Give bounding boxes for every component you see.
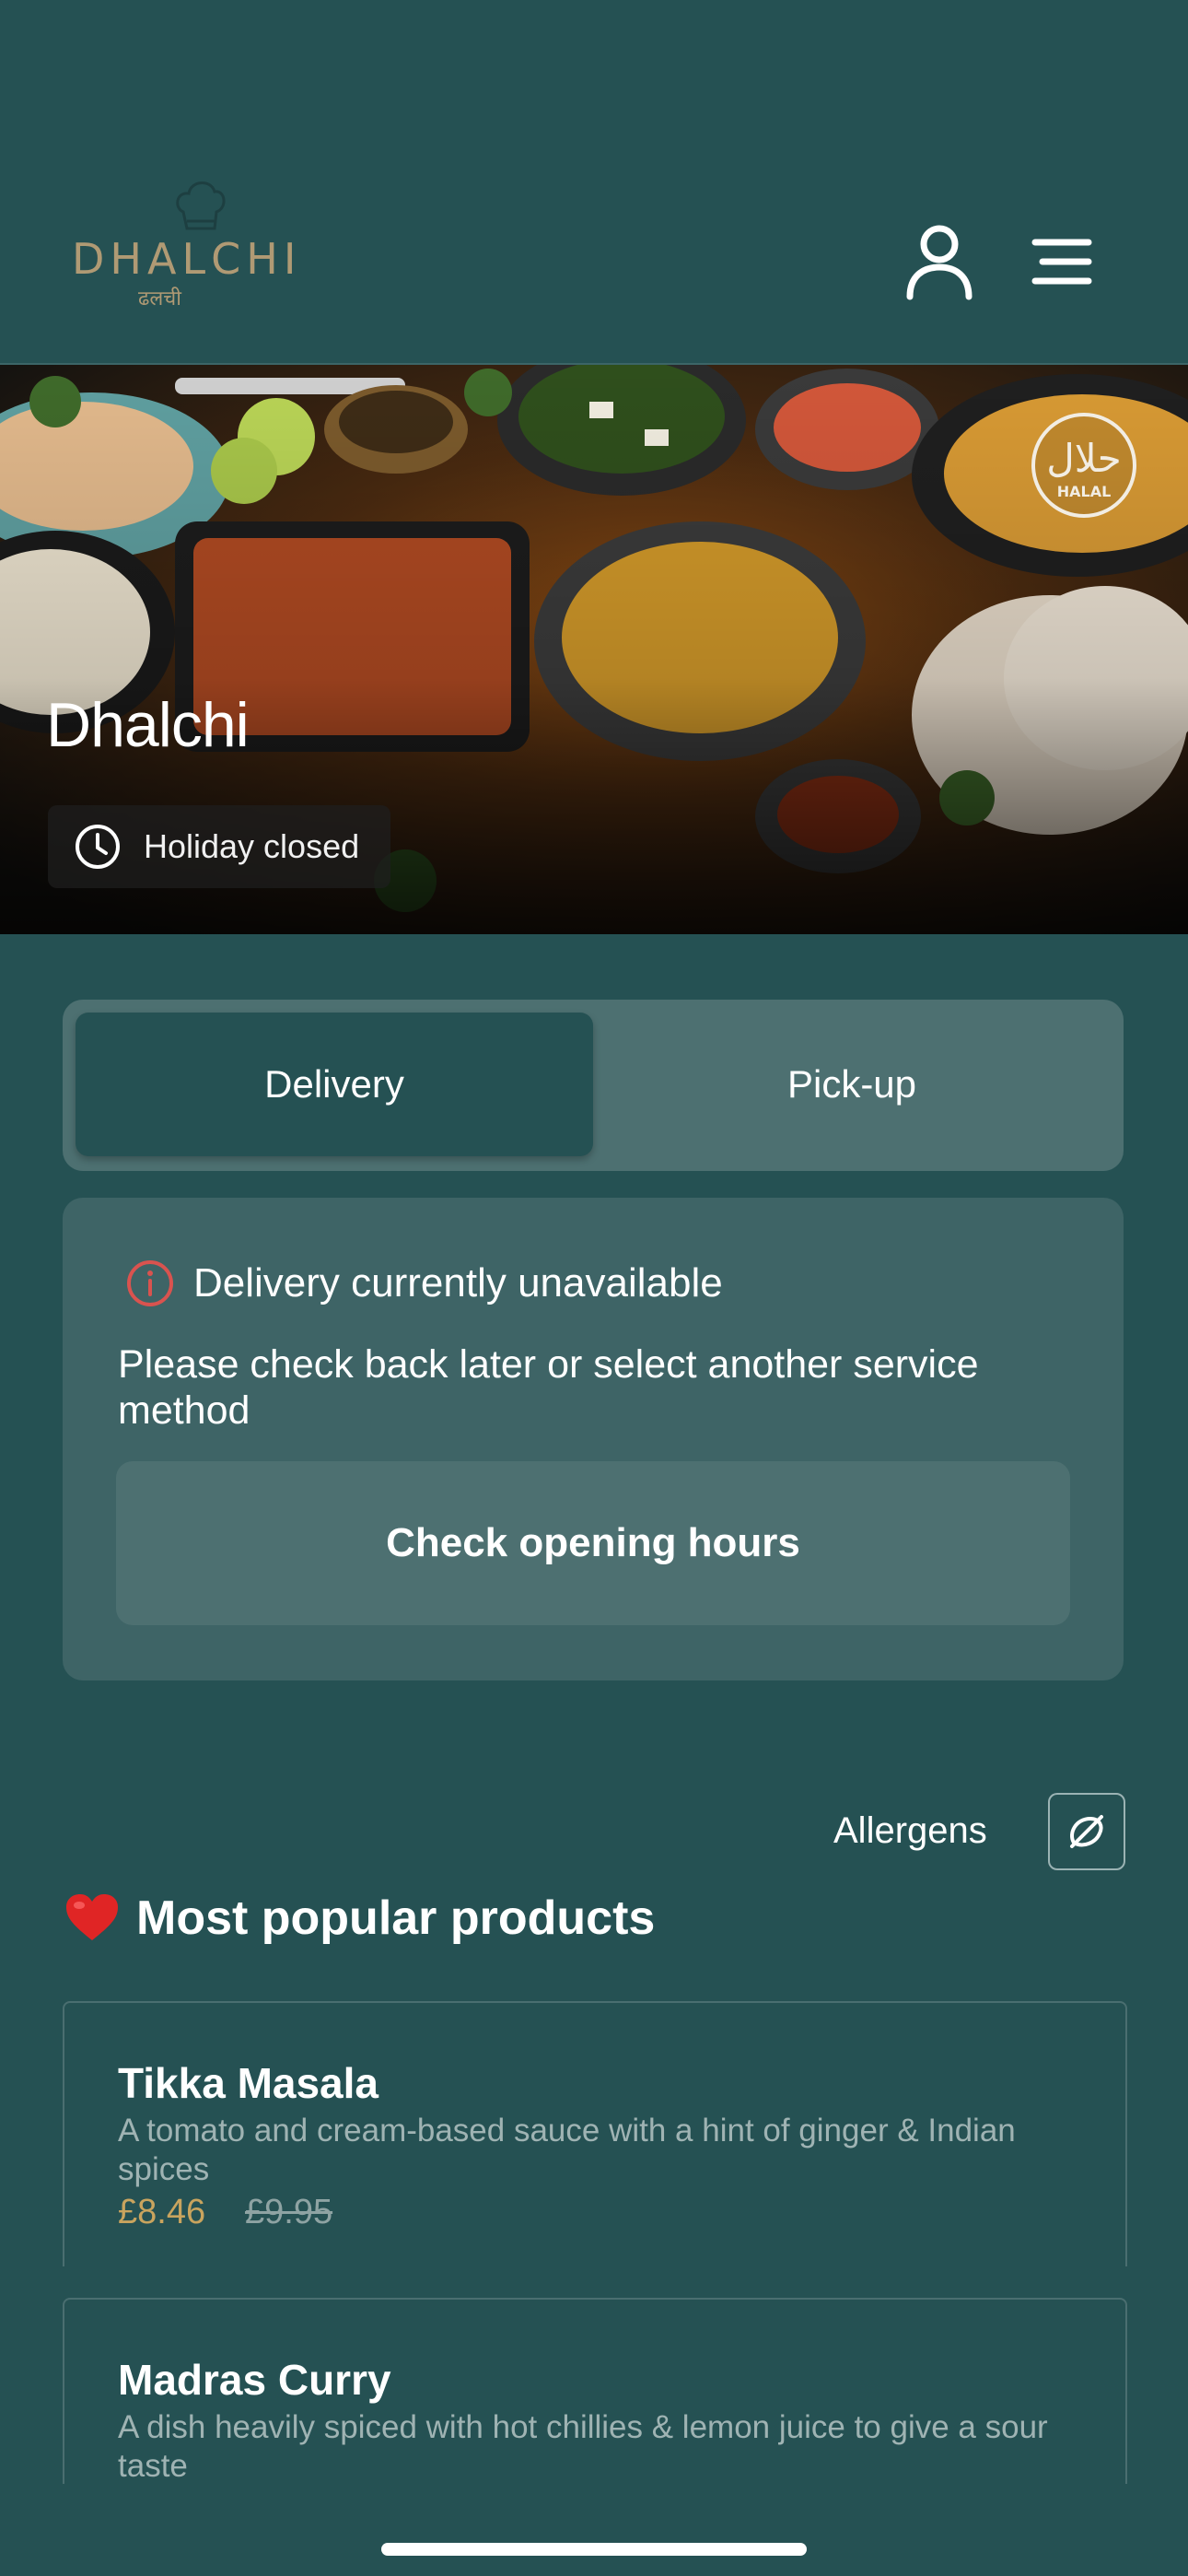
restaurant-name: Dhalchi [46,690,250,760]
halal-badge-icon: حلال HALAL [1031,413,1136,518]
chef-hat-icon [176,181,226,230]
delivery-unavailable-notice: Delivery currently unavailable Please ch… [63,1198,1124,1680]
logo-subtext: ढलची [138,287,181,310]
allergens-label[interactable]: Allergens [833,1810,987,1852]
check-opening-hours-button[interactable]: Check opening hours [116,1461,1070,1625]
heart-icon [66,1894,118,1940]
halal-arabic: حلال [1046,436,1122,481]
section-title: Most popular products [136,1891,656,1945]
dhalchi-logo[interactable]: DHALCHI ढलची [66,175,296,310]
status-text: Holiday closed [144,827,360,865]
product-name: Tikka Masala [118,2059,379,2107]
product-description: A tomato and cream-based sauce with a hi… [118,2113,1016,2187]
warning-circle-icon [127,1260,173,1306]
allergen-filter-icon [1070,1815,1103,1848]
popular-products-heading: Most popular products [64,1891,655,1946]
product-card-madras-curry[interactable]: Madras Curry A dish heavily spiced with … [63,2298,1127,2484]
profile-button[interactable] [903,221,976,300]
notice-message: Please check back later or select anothe… [118,1342,979,1433]
product-price: £8.46 [118,2193,206,2231]
notice-header: Delivery currently unavailable [125,1259,723,1308]
delivery-option[interactable]: Delivery [76,1013,593,1156]
product-card-tikka-masala[interactable]: Tikka Masala A tomato and cream-based sa… [63,2001,1127,2266]
logo-wordmark: DHALCHI [72,234,302,284]
allergens-button[interactable] [1048,1793,1125,1870]
service-method-toggle: Delivery Pick-up [63,1000,1124,1171]
menu-button[interactable] [1030,238,1094,286]
product-description: A dish heavily spiced with hot chillies … [118,2409,1048,2484]
app-header: DHALCHI ढलची [0,0,1188,365]
pickup-option[interactable]: Pick-up [593,1013,1111,1156]
hero-banner: حلال HALAL Dhalchi Holiday closed [0,365,1188,934]
product-name: Madras Curry [118,2356,391,2404]
notice-title: Delivery currently unavailable [193,1260,723,1306]
product-original-price: £9.95 [245,2193,333,2231]
user-icon [906,225,973,300]
halal-label: HALAL [1057,483,1112,500]
hamburger-menu-icon [1031,239,1092,285]
status-badge: Holiday closed [48,805,390,888]
clock-icon [76,825,120,869]
home-indicator[interactable] [381,2543,807,2556]
